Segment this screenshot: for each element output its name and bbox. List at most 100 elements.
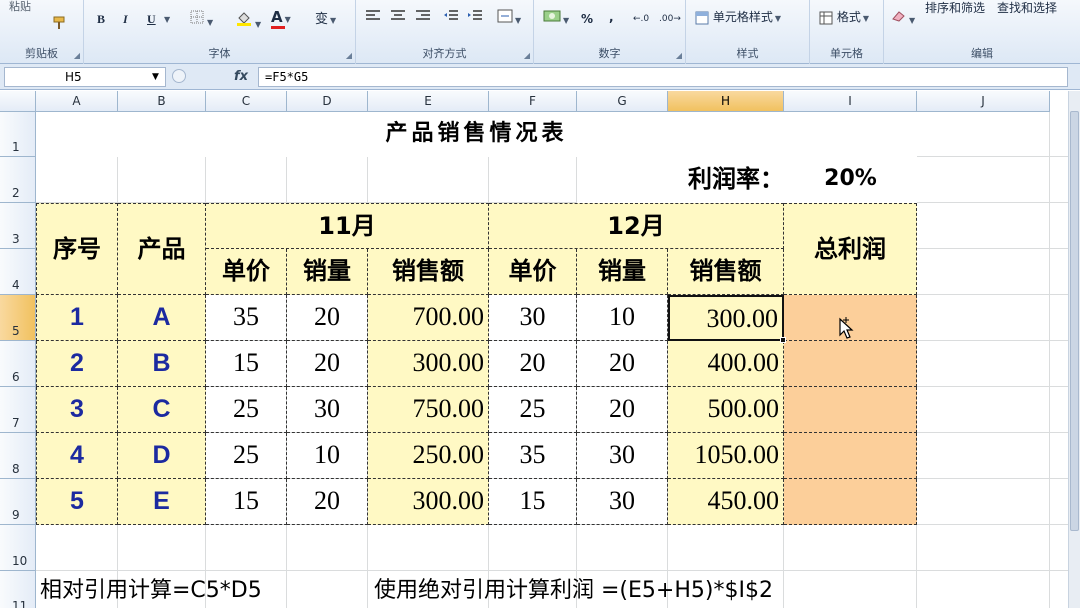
column-header-a[interactable]: A	[36, 91, 118, 112]
seq-cell[interactable]: 5	[36, 479, 118, 525]
row-header-9[interactable]: 9	[0, 479, 36, 525]
qty-nov-cell[interactable]: 30	[287, 387, 368, 433]
row-header-5[interactable]: 5	[0, 295, 36, 341]
column-header-h[interactable]: H	[668, 91, 784, 112]
price-dec-cell[interactable]: 30	[489, 295, 577, 341]
insert-function-button[interactable]: fx	[226, 67, 256, 87]
column-header-e[interactable]: E	[368, 91, 489, 112]
clear-icon[interactable]: ▼	[890, 8, 916, 28]
qty-nov-cell[interactable]: 20	[287, 295, 368, 341]
sort-filter-button[interactable]: 排序和筛选	[924, 0, 986, 17]
column-header-d[interactable]: D	[287, 91, 368, 112]
worksheet-grid[interactable]: ABCDEFGHIJ 1 2 3 4 5 6 7 8 9 10 11 产品销售情况表 利润率： 20% 序…	[0, 91, 1080, 608]
product-cell[interactable]: E	[118, 479, 206, 525]
vertical-scrollbar[interactable]	[1068, 91, 1080, 608]
percent-button[interactable]: %	[580, 8, 594, 28]
scrollbar-thumb[interactable]	[1070, 111, 1079, 531]
align-right-icon[interactable]	[414, 8, 432, 28]
fill-color-icon[interactable]: ▼	[234, 8, 262, 29]
sales-dec-cell[interactable]: 450.00	[668, 479, 784, 525]
decrease-decimal-icon[interactable]: .00→	[658, 8, 682, 28]
column-header-f[interactable]: F	[489, 91, 577, 112]
sales-nov-cell[interactable]: 700.00	[368, 295, 489, 341]
column-header-c[interactable]: C	[206, 91, 287, 112]
find-select-button[interactable]: 查找和选择	[996, 0, 1058, 17]
row-header-10[interactable]: 10	[0, 525, 36, 571]
sales-dec-cell[interactable]: 400.00	[668, 341, 784, 387]
align-center-icon[interactable]	[389, 8, 407, 28]
alignment-launcher-icon[interactable]: ◢	[524, 51, 530, 60]
total-profit-cell[interactable]	[784, 387, 917, 433]
row-header-1[interactable]: 1	[0, 112, 36, 157]
bold-button[interactable]: B	[96, 8, 106, 28]
price-dec-cell[interactable]: 35	[489, 433, 577, 479]
sales-nov-cell[interactable]: 750.00	[368, 387, 489, 433]
paste-button[interactable]: 粘贴	[8, 0, 32, 16]
price-dec-cell[interactable]: 20	[489, 341, 577, 387]
profit-rate-value[interactable]: 20%	[784, 157, 917, 203]
seq-cell[interactable]: 4	[36, 433, 118, 479]
price-nov-cell[interactable]: 25	[206, 387, 287, 433]
qty-dec-cell[interactable]: 30	[577, 479, 668, 525]
product-cell[interactable]: B	[118, 341, 206, 387]
sales-dec-cell[interactable]: 500.00	[668, 387, 784, 433]
qty-dec-cell[interactable]: 20	[577, 341, 668, 387]
row-header-3[interactable]: 3	[0, 203, 36, 249]
phonetic-icon[interactable]: 变 ▼	[314, 8, 337, 28]
sales-nov-cell[interactable]: 250.00	[368, 433, 489, 479]
font-color-icon[interactable]: A ▼	[270, 6, 292, 29]
price-nov-cell[interactable]: 35	[206, 295, 287, 341]
total-profit-cell[interactable]	[784, 479, 917, 525]
sales-dec-cell[interactable]: 1050.00	[668, 433, 784, 479]
cell-styles-button[interactable]: 单元格样式 ▼	[694, 6, 782, 26]
font-launcher-icon[interactable]: ◢	[346, 51, 352, 60]
sales-nov-cell[interactable]: 300.00	[368, 479, 489, 525]
increase-indent-icon[interactable]	[466, 8, 484, 28]
underline-button[interactable]: U	[146, 8, 157, 28]
name-box[interactable]: H5	[4, 67, 166, 87]
sales-nov-cell[interactable]: 300.00	[368, 341, 489, 387]
price-dec-cell[interactable]: 15	[489, 479, 577, 525]
sales-dec-cell[interactable]: 300.00	[668, 295, 784, 341]
format-painter-icon[interactable]	[50, 14, 68, 34]
qty-dec-cell[interactable]: 10	[577, 295, 668, 341]
price-nov-cell[interactable]: 15	[206, 479, 287, 525]
format-button[interactable]: 格式 ▼	[818, 6, 870, 26]
seq-cell[interactable]: 1	[36, 295, 118, 341]
row-header-2[interactable]: 2	[0, 157, 36, 203]
formula-input[interactable]: =F5*G5	[258, 67, 1068, 87]
price-nov-cell[interactable]: 25	[206, 433, 287, 479]
column-header-b[interactable]: B	[118, 91, 206, 112]
row-header-6[interactable]: 6	[0, 341, 36, 387]
column-header-j[interactable]: J	[917, 91, 1050, 112]
decrease-indent-icon[interactable]	[442, 8, 460, 28]
price-nov-cell[interactable]: 15	[206, 341, 287, 387]
seq-cell[interactable]: 2	[36, 341, 118, 387]
product-cell[interactable]: C	[118, 387, 206, 433]
italic-button[interactable]: I	[122, 8, 129, 28]
qty-dec-cell[interactable]: 30	[577, 433, 668, 479]
comma-button[interactable]: ,	[608, 6, 615, 26]
product-cell[interactable]: A	[118, 295, 206, 341]
underline-dropdown-icon[interactable]: ▼	[162, 8, 170, 28]
row-header-4[interactable]: 4	[0, 249, 36, 295]
total-profit-cell[interactable]	[784, 433, 917, 479]
column-header-i[interactable]: I	[784, 91, 917, 112]
merge-center-icon[interactable]: ▼	[496, 8, 522, 28]
fill-handle[interactable]	[780, 337, 786, 343]
borders-icon[interactable]: ▼	[188, 8, 214, 28]
qty-nov-cell[interactable]: 10	[287, 433, 368, 479]
clipboard-launcher-icon[interactable]: ◢	[74, 51, 80, 60]
formula-bar-handle[interactable]	[172, 69, 186, 83]
price-dec-cell[interactable]: 25	[489, 387, 577, 433]
column-header-g[interactable]: G	[577, 91, 668, 112]
select-all-corner[interactable]	[0, 91, 36, 112]
qty-dec-cell[interactable]: 20	[577, 387, 668, 433]
qty-nov-cell[interactable]: 20	[287, 341, 368, 387]
number-launcher-icon[interactable]: ◢	[676, 51, 682, 60]
product-cell[interactable]: D	[118, 433, 206, 479]
row-header-11[interactable]: 11	[0, 571, 36, 608]
align-left-icon[interactable]	[364, 8, 382, 28]
name-box-dropdown-icon[interactable]: ▼	[152, 67, 159, 87]
increase-decimal-icon[interactable]: ←.0	[632, 8, 650, 28]
